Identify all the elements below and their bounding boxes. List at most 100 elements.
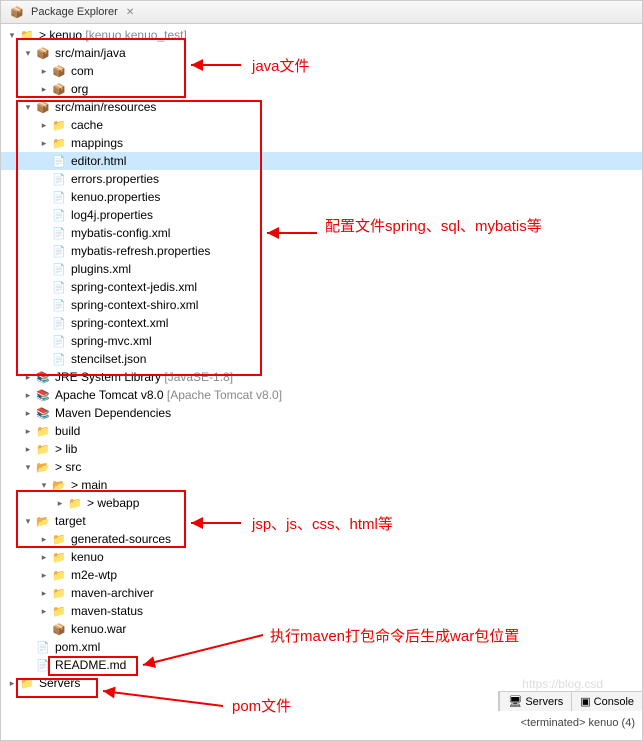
xml-file-icon: 📄 (51, 333, 67, 349)
folder-maven-archiver[interactable]: ▸📁maven-archiver (1, 584, 642, 602)
expand-icon[interactable]: ▸ (37, 118, 51, 132)
folder-webapp[interactable]: ▸📁> webapp (1, 494, 642, 512)
expand-icon[interactable]: ▸ (37, 64, 51, 78)
folder-icon: 📁 (51, 549, 67, 565)
src-main-resources[interactable]: ▾ 📦 src/main/resources (1, 98, 642, 116)
library-label: JRE System Library [JavaSE-1.8] (53, 370, 235, 384)
file-spring-shiro[interactable]: ▸📄spring-context-shiro.xml (1, 296, 642, 314)
folder-src[interactable]: ▾📂> src (1, 458, 642, 476)
folder-generated-sources[interactable]: ▸📁generated-sources (1, 530, 642, 548)
file-kenuo-war[interactable]: ▸📦kenuo.war (1, 620, 642, 638)
folder-maven-status[interactable]: ▸📁maven-status (1, 602, 642, 620)
file-errors-properties[interactable]: ▸📄errors.properties (1, 170, 642, 188)
close-icon[interactable]: ✕ (126, 7, 134, 18)
library-icon: 📚 (35, 369, 51, 385)
tab-servers[interactable]: 🖥Servers (499, 692, 571, 711)
expand-icon[interactable]: ▾ (21, 100, 35, 114)
expand-icon[interactable]: ▸ (37, 532, 51, 546)
folder-icon: 📂 (35, 459, 51, 475)
folder-icon: 📁 (51, 585, 67, 601)
project-servers[interactable]: ▸📁Servers (1, 674, 642, 692)
folder-icon: 📁 (51, 531, 67, 547)
file-spring-mvc[interactable]: ▸📄spring-mvc.xml (1, 332, 642, 350)
folder-target[interactable]: ▾📂target (1, 512, 642, 530)
file-label: editor.html (69, 154, 128, 168)
file-plugins-xml[interactable]: ▸📄plugins.xml (1, 260, 642, 278)
expand-icon[interactable]: ▸ (37, 82, 51, 96)
jre-library[interactable]: ▸📚JRE System Library [JavaSE-1.8] (1, 368, 642, 386)
folder-label: maven-status (69, 604, 145, 618)
expand-icon[interactable]: ▸ (21, 406, 35, 420)
file-editor-html[interactable]: ▸📄editor.html (1, 152, 642, 170)
expand-icon[interactable]: ▾ (5, 28, 19, 42)
project-root[interactable]: ▾ 📁 > kenuo [kenuo kenuo_test] (1, 26, 642, 44)
file-kenuo-properties[interactable]: ▸📄kenuo.properties (1, 188, 642, 206)
file-readme[interactable]: ▸📄README.md (1, 656, 642, 674)
expand-icon[interactable]: ▸ (21, 424, 35, 438)
tab-console[interactable]: ▣Console (571, 692, 642, 711)
expand-icon[interactable]: ▾ (21, 46, 35, 60)
folder-icon: 📂 (35, 513, 51, 529)
file-spring-context[interactable]: ▸📄spring-context.xml (1, 314, 642, 332)
folder-label: src/main/resources (53, 100, 158, 114)
folder-icon: 📁 (51, 117, 67, 133)
panel-title: Package Explorer (31, 6, 118, 18)
file-label: log4j.properties (69, 208, 155, 222)
expand-icon[interactable]: ▾ (21, 460, 35, 474)
file-label: cache (69, 118, 105, 132)
folder-label: src/main/java (53, 46, 128, 60)
file-label: spring-context.xml (69, 316, 170, 330)
expand-icon[interactable]: ▸ (21, 388, 35, 402)
file-stencilset-json[interactable]: ▸📄stencilset.json (1, 350, 642, 368)
war-file-icon: 📦 (51, 621, 67, 637)
expand-icon[interactable]: ▸ (53, 496, 67, 510)
folder-icon: 📁 (51, 567, 67, 583)
xml-file-icon: 📄 (51, 279, 67, 295)
folder-m2e-wtp[interactable]: ▸📁m2e-wtp (1, 566, 642, 584)
file-mybatis-refresh[interactable]: ▸📄mybatis-refresh.properties (1, 242, 642, 260)
folder-label: generated-sources (69, 532, 173, 546)
folder-label: > main (69, 478, 109, 492)
xml-file-icon: 📄 (51, 225, 67, 241)
folder-target-kenuo[interactable]: ▸📁kenuo (1, 548, 642, 566)
folder-mappings[interactable]: ▸📁mappings (1, 134, 642, 152)
file-pom-xml[interactable]: ▸📄pom.xml (1, 638, 642, 656)
file-label: plugins.xml (69, 262, 133, 276)
file-label: README.md (53, 658, 128, 672)
folder-cache[interactable]: ▸📁cache (1, 116, 642, 134)
library-label: Apache Tomcat v8.0 [Apache Tomcat v8.0] (53, 388, 284, 402)
file-spring-jedis[interactable]: ▸📄spring-context-jedis.xml (1, 278, 642, 296)
folder-label: > lib (53, 442, 79, 456)
file-mybatis-config[interactable]: ▸📄mybatis-config.xml (1, 224, 642, 242)
expand-icon[interactable]: ▸ (21, 370, 35, 384)
expand-icon[interactable]: ▸ (37, 550, 51, 564)
project-tree[interactable]: ▾ 📁 > kenuo [kenuo kenuo_test] ▾ 📦 src/m… (1, 24, 642, 740)
expand-icon[interactable]: ▾ (21, 514, 35, 528)
expand-icon[interactable]: ▸ (21, 442, 35, 456)
panel-header: 📦 Package Explorer ✕ (1, 1, 642, 24)
expand-icon[interactable]: ▾ (37, 478, 51, 492)
tomcat-library[interactable]: ▸📚Apache Tomcat v8.0 [Apache Tomcat v8.0… (1, 386, 642, 404)
folder-icon: 📁 (19, 675, 35, 691)
folder-label: maven-archiver (69, 586, 156, 600)
expand-icon[interactable]: ▸ (37, 136, 51, 150)
file-label: kenuo.war (69, 622, 128, 636)
folder-build[interactable]: ▸📁build (1, 422, 642, 440)
library-label: Maven Dependencies (53, 406, 173, 420)
expand-icon[interactable]: ▸ (37, 604, 51, 618)
folder-icon: 📁 (35, 423, 51, 439)
file-log4j-properties[interactable]: ▸📄log4j.properties (1, 206, 642, 224)
expand-icon[interactable]: ▸ (37, 586, 51, 600)
expand-icon[interactable]: ▸ (37, 568, 51, 582)
folder-main[interactable]: ▾📂> main (1, 476, 642, 494)
maven-deps[interactable]: ▸📚Maven Dependencies (1, 404, 642, 422)
package-com[interactable]: ▸ 📦 com (1, 62, 642, 80)
expand-icon[interactable]: ▸ (5, 676, 19, 690)
folder-icon: 📁 (35, 441, 51, 457)
folder-lib[interactable]: ▸📁> lib (1, 440, 642, 458)
properties-file-icon: 📄 (51, 243, 67, 259)
source-folder-icon: 📦 (35, 99, 51, 115)
file-label: mappings (69, 136, 125, 150)
package-org[interactable]: ▸ 📦 org (1, 80, 642, 98)
src-main-java[interactable]: ▾ 📦 src/main/java (1, 44, 642, 62)
